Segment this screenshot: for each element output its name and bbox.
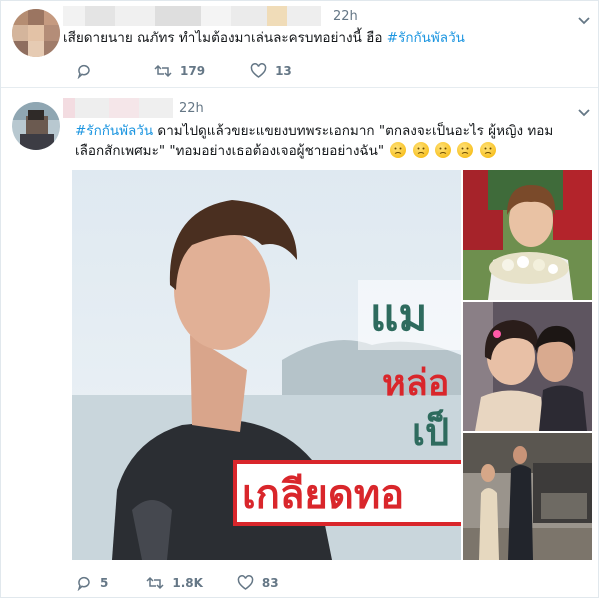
- reply-button[interactable]: [76, 63, 92, 79]
- tweet-text: เสียดายนาย ณภัทร ทำไมต้องมาเล่นละครบทอย่…: [63, 28, 465, 48]
- tweet-1[interactable]: 22h เสียดายนาย ณภัทร ทำไมต้องมาเล่นละครบ…: [1, 1, 598, 88]
- tweet-timestamp[interactable]: 22h: [179, 101, 204, 116]
- media-title-line-1: แม: [370, 290, 427, 341]
- reply-icon: [77, 64, 90, 79]
- tweet-text-body-2: เลือกสักเพศมะ" "ทอมอย่างเธอต้องเจอผู้ชาย…: [75, 143, 385, 159]
- retweet-icon: [146, 576, 164, 590]
- retweet-icon: [154, 64, 172, 78]
- display-name-redacted[interactable]: [63, 6, 321, 26]
- reply-icon: [77, 576, 90, 591]
- chevron-down-icon[interactable]: [577, 105, 591, 119]
- hashtag-link[interactable]: #รักกันพัลวัน: [75, 123, 153, 139]
- tweet-media-main[interactable]: แม หล่อ เป็ เกลียดทอ: [72, 170, 477, 560]
- like-button[interactable]: 13: [250, 63, 292, 79]
- slightly-frowning-face-icon: [434, 142, 451, 158]
- like-button[interactable]: 83: [237, 575, 279, 591]
- tweet-2[interactable]: 22h #รักกันพัลวัน ดามไปดูแล้วขยะแขยงบทพร…: [1, 88, 598, 598]
- retweet-button[interactable]: 179: [154, 63, 205, 79]
- heart-icon: [237, 575, 254, 590]
- tweet-actions: 5 1.8K 83: [76, 575, 279, 591]
- like-count: 83: [261, 576, 279, 590]
- chevron-down-icon[interactable]: [577, 13, 591, 27]
- retweet-count: 1.8K: [172, 576, 203, 590]
- tweet-text-body-1: ดามไปดูแล้วขยะแขยงบทพระเอกมาก "ตกลงจะเป็…: [157, 123, 554, 139]
- hashtag-link[interactable]: #รักกันพัลวัน: [387, 30, 465, 46]
- media-title-line-2: หล่อ: [382, 363, 449, 404]
- slightly-frowning-face-icon: [457, 142, 474, 158]
- tweet-actions: 179 13: [76, 63, 292, 79]
- slightly-frowning-face-icon: [412, 142, 429, 158]
- tweet-media-2[interactable]: [463, 170, 592, 300]
- tweet-media-4[interactable]: [463, 433, 592, 560]
- reply-count: 5: [100, 576, 109, 590]
- retweet-button[interactable]: 1.8K: [146, 575, 203, 591]
- tweet-text-body: เสียดายนาย ณภัทร ทำไมต้องมาเล่นละครบทอย่…: [63, 30, 383, 46]
- heart-icon: [250, 63, 267, 78]
- user-avatar[interactable]: [12, 9, 60, 57]
- tweet-text-line-1: #รักกันพัลวัน ดามไปดูแล้วขยะแขยงบทพระเอก…: [75, 121, 553, 141]
- like-count: 13: [275, 64, 292, 78]
- reply-button[interactable]: 5: [76, 575, 108, 591]
- tweet-timestamp[interactable]: 22h: [333, 9, 358, 24]
- retweet-count: 179: [180, 64, 206, 78]
- display-name-redacted[interactable]: [63, 98, 173, 118]
- slightly-frowning-face-icon: [390, 142, 407, 158]
- media-banner-text: เกลียดทอ: [242, 472, 404, 518]
- tweet-media-3[interactable]: [463, 302, 592, 431]
- slightly-frowning-face-icon: [479, 142, 496, 158]
- tweet-text-line-2: เลือกสักเพศมะ" "ทอมอย่างเธอต้องเจอผู้ชาย…: [75, 141, 496, 161]
- user-avatar[interactable]: [12, 102, 60, 150]
- media-title-line-3: เป็: [412, 409, 449, 454]
